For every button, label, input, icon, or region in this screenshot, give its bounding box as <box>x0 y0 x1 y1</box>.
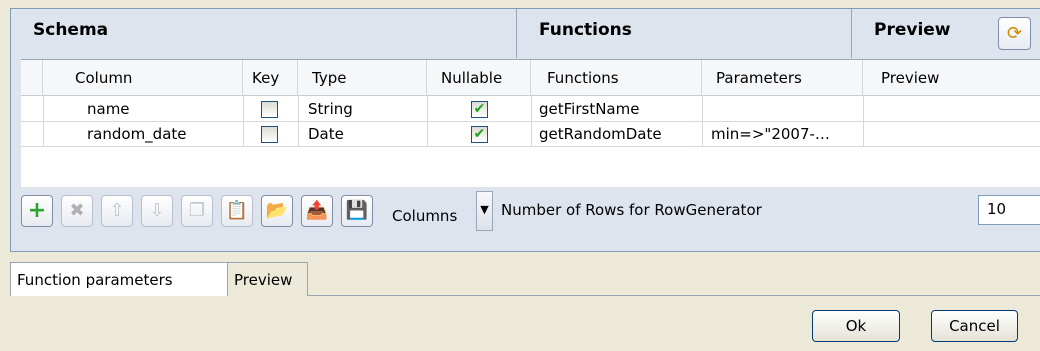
refresh-preview-button[interactable]: ⟳ <box>998 17 1031 50</box>
paste-button[interactable]: 📋 <box>221 195 253 227</box>
tab-preview-label: Preview <box>234 271 293 289</box>
header-preview-label: Preview <box>881 69 940 87</box>
header-functions[interactable]: Functions <box>531 60 702 96</box>
ok-button[interactable]: Ok <box>812 310 900 342</box>
row-marker-header <box>21 60 43 96</box>
key-checkbox[interactable] <box>261 101 278 118</box>
schema-section-title: Schema <box>11 9 517 58</box>
bottom-tabs: Function parameters Preview <box>10 262 1040 296</box>
cancel-button[interactable]: Cancel <box>931 310 1018 342</box>
add-button[interactable]: + <box>21 195 53 227</box>
save-icon: 💾 <box>345 200 369 221</box>
add-icon: + <box>27 198 47 223</box>
schema-editor-panel: Schema Functions Preview ⟳ Column Key Ty… <box>10 8 1040 252</box>
rows-count-input[interactable]: 10 <box>978 195 1040 225</box>
move-down-button[interactable]: ⇩ <box>141 195 173 227</box>
nullable-checkbox[interactable]: ✔ <box>471 101 488 118</box>
columns-label: Columns <box>392 207 458 225</box>
cell-function[interactable]: getFirstName <box>539 100 639 118</box>
export-icon: 📤 <box>305 200 329 221</box>
chevron-down-icon: ▼ <box>480 203 489 216</box>
tab-function-parameters-label: Function parameters <box>17 271 173 289</box>
tab-function-parameters[interactable]: Function parameters <box>10 262 228 296</box>
cell-type[interactable]: Date <box>308 125 344 143</box>
import-icon: 📂 <box>265 200 289 221</box>
checkmark-icon: ✔ <box>473 101 486 117</box>
copy-icon: ❐ <box>188 200 206 221</box>
header-parameters[interactable]: Parameters <box>702 60 863 96</box>
move-down-icon: ⇩ <box>149 200 165 221</box>
columns-dropdown-button[interactable]: ▼ <box>476 191 493 231</box>
nullable-checkbox[interactable]: ✔ <box>471 126 488 143</box>
header-preview[interactable]: Preview <box>863 60 1040 96</box>
header-type[interactable]: Type <box>298 60 427 96</box>
table-row[interactable]: random_date Date ✔ getRandomDate min=>"2… <box>21 122 1040 147</box>
paste-icon: 📋 <box>225 200 249 221</box>
header-column-label: Column <box>75 69 133 87</box>
header-column[interactable]: Column <box>43 60 243 96</box>
header-functions-label: Functions <box>547 69 619 87</box>
cell-parameters[interactable]: min=>"2007-… <box>711 125 830 143</box>
header-key-label: Key <box>252 69 280 87</box>
key-checkbox[interactable] <box>261 126 278 143</box>
tab-preview[interactable]: Preview <box>228 262 308 296</box>
table-header: Column Key Type Nullable Functions Param… <box>21 60 1040 96</box>
header-key[interactable]: Key <box>243 60 298 96</box>
refresh-icon: ⟳ <box>1006 23 1023 44</box>
rows-for-generator-label: Number of Rows for RowGenerator <box>501 201 762 219</box>
cell-type[interactable]: String <box>308 100 353 118</box>
header-parameters-label: Parameters <box>716 69 802 87</box>
save-button[interactable]: 💾 <box>341 195 373 227</box>
delete-button[interactable]: ✖ <box>61 195 93 227</box>
header-nullable[interactable]: Nullable <box>427 60 531 96</box>
import-button[interactable]: 📂 <box>261 195 293 227</box>
rows-count-value: 10 <box>987 200 1007 218</box>
cell-column[interactable]: name <box>87 100 130 118</box>
move-up-icon: ⇧ <box>109 200 125 221</box>
functions-section-title: Functions <box>517 9 852 58</box>
copy-button[interactable]: ❐ <box>181 195 213 227</box>
cell-column[interactable]: random_date <box>87 125 187 143</box>
table-row[interactable]: name String ✔ getFirstName <box>21 97 1040 122</box>
delete-icon: ✖ <box>69 200 85 221</box>
preview-title-label: Preview <box>874 20 951 40</box>
header-nullable-label: Nullable <box>441 69 503 87</box>
checkmark-icon: ✔ <box>473 126 486 142</box>
export-button[interactable]: 📤 <box>301 195 333 227</box>
move-up-button[interactable]: ⇧ <box>101 195 133 227</box>
schema-table: Column Key Type Nullable Functions Param… <box>21 59 1040 187</box>
header-type-label: Type <box>312 69 347 87</box>
cell-function[interactable]: getRandomDate <box>539 125 662 143</box>
schema-toolbar: + ✖ ⇧ ⇩ ❐ 📋 📂 📤 💾 Columns ▼ Number of Ro… <box>21 191 1040 235</box>
